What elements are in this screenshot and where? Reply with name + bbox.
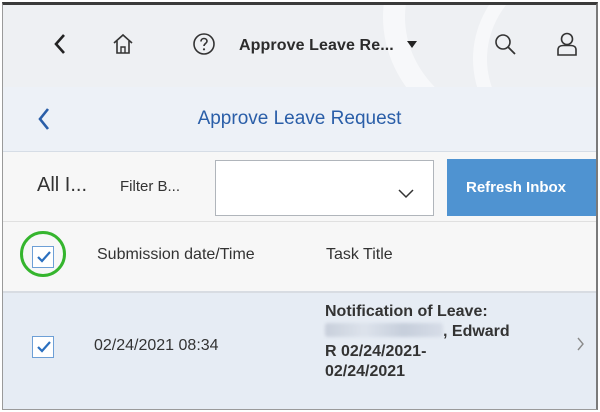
help-icon — [192, 32, 216, 61]
table-row[interactable]: 02/24/2021 08:34 Notification of Leave: … — [3, 293, 596, 409]
filter-select[interactable] — [215, 160, 434, 216]
search-icon — [493, 32, 517, 61]
task-title-line4: 02/24/2021 — [325, 363, 406, 380]
column-header-submission[interactable]: Submission date/Time — [97, 246, 255, 264]
task-title-line2: , Edward — [325, 322, 560, 342]
task-title-line3: R 02/24/2021- — [325, 343, 427, 360]
all-items-label: All I... — [37, 174, 88, 196]
back-button[interactable] — [53, 5, 67, 87]
checkmark-icon — [37, 341, 51, 353]
home-icon — [111, 32, 135, 61]
filter-toolbar: All I... Filter B... Refresh Inbox — [3, 152, 596, 222]
chevron-right-icon[interactable] — [576, 337, 585, 356]
home-button[interactable] — [111, 5, 135, 87]
highlight-annotation — [20, 231, 66, 277]
app-window: Approve Leave Re... Approve Leave Reques… — [2, 2, 598, 410]
column-header-task-title[interactable]: Task Title — [326, 246, 393, 264]
redacted-name — [325, 323, 443, 337]
app-title: Approve Leave Re... — [239, 37, 394, 54]
row-checkbox[interactable] — [32, 336, 54, 358]
submission-date: 02/24/2021 08:34 — [94, 337, 219, 354]
dropdown-caret-icon — [406, 37, 418, 55]
help-button[interactable] — [192, 5, 216, 87]
shell-bar: Approve Leave Re... — [3, 5, 596, 88]
refresh-inbox-button[interactable]: Refresh Inbox — [447, 159, 596, 216]
chevron-down-icon — [398, 186, 414, 204]
user-icon — [556, 32, 578, 61]
user-button[interactable] — [556, 5, 578, 87]
back-icon — [53, 33, 67, 60]
app-title-menu[interactable]: Approve Leave Re... — [239, 5, 418, 87]
page-title: Approve Leave Request — [197, 108, 402, 129]
task-title: Notification of Leave: , Edward R 02/24/… — [325, 302, 560, 382]
task-title-line1: Notification of Leave: — [325, 303, 488, 320]
filter-by-label: Filter B... — [120, 178, 181, 195]
page-header: Approve Leave Request — [3, 87, 596, 152]
task-title-name-suffix: , Edward — [443, 323, 510, 340]
table-header: Submission date/Time Task Title — [3, 222, 596, 293]
search-button[interactable] — [493, 5, 517, 87]
